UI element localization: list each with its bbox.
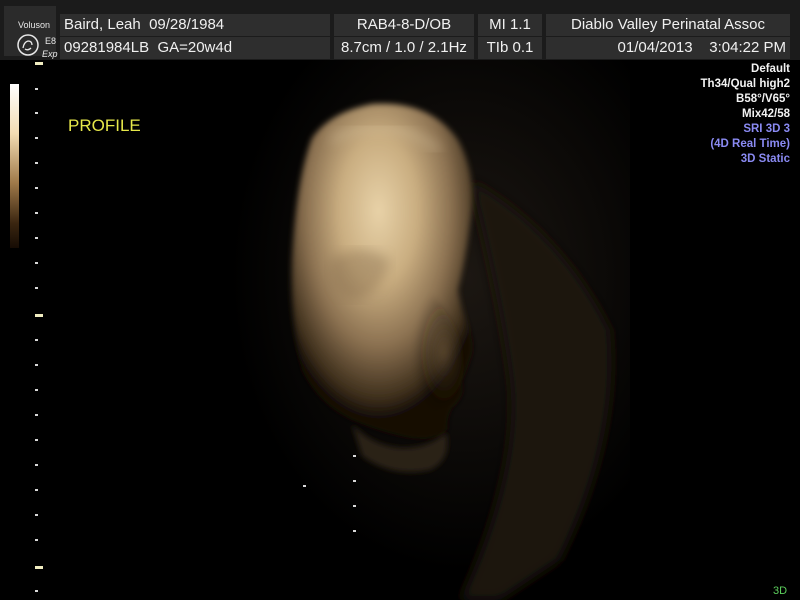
imaging-parameters: Default Th34/Qual high2 B58°/V65° Mix42/… [701, 62, 790, 167]
param-threshold-quality: Th34/Qual high2 [700, 78, 790, 90]
mi-value: MI 1.1 [478, 14, 542, 36]
date-time: 01/04/2013 3:04:22 PM [546, 37, 790, 59]
grayscale-bar [10, 84, 19, 248]
render-mode-indicator: 3D [773, 585, 788, 597]
device-brand: Voluson [18, 20, 51, 30]
ge-logo-icon [17, 34, 39, 56]
depth-frequency: 8.7cm / 1.0 / 2.1Hz [334, 37, 474, 59]
depth-tick [35, 339, 38, 341]
probe-label: RAB4-8-D/OB [334, 14, 474, 36]
depth-tick [35, 62, 43, 65]
birth-date: 09/28/1984 [149, 16, 225, 33]
exam-time: 3:04:22 PM [709, 39, 786, 56]
patient-id-info: 09281984LB GA=20w4d [60, 37, 330, 59]
image-annotation: PROFILE [68, 116, 141, 135]
depth-tick [35, 237, 38, 239]
depth-tick [35, 389, 38, 391]
ultrasound-3d-render [200, 60, 630, 600]
depth-tick [35, 88, 38, 90]
param-angles: B58°/V65° [736, 93, 790, 105]
header-bar: Voluson E8 Exp Baird, Leah 09/28/1984 RA… [0, 0, 800, 60]
depth-tick [35, 112, 38, 114]
patient-name: Baird, Leah [64, 16, 141, 33]
exam-date: 01/04/2013 [617, 39, 693, 56]
param-3d-static: 3D Static [740, 153, 790, 165]
depth-tick [35, 187, 38, 189]
patient-id: 09281984LB [64, 39, 150, 56]
depth-tick [35, 262, 38, 264]
depth-tick [35, 514, 38, 516]
param-sri: SRI 3D 3 [743, 123, 790, 135]
device-model: E8 [45, 36, 57, 46]
depth-tick [35, 137, 38, 139]
facility-name: Diablo Valley Perinatal Assoc [546, 14, 790, 36]
tib-value: TIb 0.1 [478, 37, 542, 59]
param-preset: Default [751, 63, 790, 75]
param-4d-mode: (4D Real Time) [710, 138, 790, 150]
depth-tick [35, 162, 38, 164]
depth-tick [35, 539, 38, 541]
depth-tick [35, 314, 43, 317]
depth-tick [35, 287, 38, 289]
depth-tick [35, 414, 38, 416]
depth-tick [35, 590, 38, 592]
device-logo: Voluson E8 Exp [4, 6, 58, 59]
depth-tick [35, 364, 38, 366]
ultrasound-screen: Voluson E8 Exp Baird, Leah 09/28/1984 RA… [0, 0, 800, 600]
device-mode: Exp [42, 49, 58, 59]
gestational-age: GA=20w4d [157, 39, 233, 56]
depth-tick [35, 464, 38, 466]
param-mix: Mix42/58 [742, 108, 790, 120]
patient-info: Baird, Leah 09/28/1984 [60, 14, 330, 36]
depth-tick [35, 212, 38, 214]
fetal-head [291, 103, 473, 439]
depth-tick [35, 566, 43, 569]
depth-tick [35, 439, 38, 441]
depth-tick [35, 489, 38, 491]
